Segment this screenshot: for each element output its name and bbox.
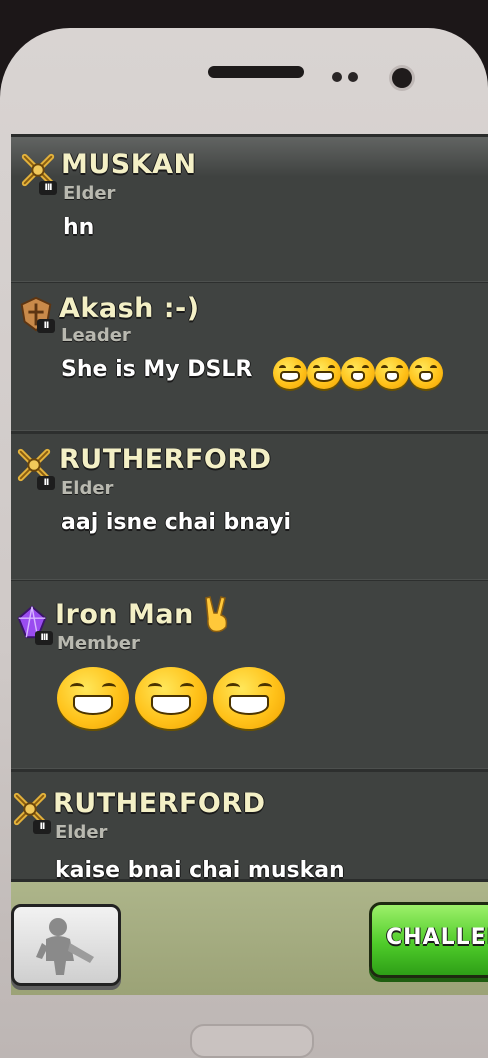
league-level-badge: III [39, 181, 57, 195]
chat-message: II RUTHERFORD Elder kaise bnai chai musk… [11, 770, 488, 879]
laughing-emoji-icon [213, 667, 285, 729]
message-text: aaj isne chai bnayi [61, 510, 291, 535]
league-level-badge: II [37, 319, 55, 333]
laughing-emoji-icon [135, 667, 207, 729]
player-name[interactable]: RUTHERFORD [59, 444, 272, 475]
laughing-emoji-icon [57, 667, 129, 729]
chat-message: III Iron Man Member [11, 581, 488, 772]
message-text: hn [63, 215, 95, 240]
player-name[interactable]: Iron Man [55, 599, 194, 630]
chat-bottom-bar: CHALLEN [11, 879, 488, 995]
player-role: Elder [55, 822, 108, 843]
chat-message: II Akash :-) Leader She is My DSLR [11, 283, 488, 434]
request-troops-button[interactable] [11, 904, 121, 986]
player-role: Member [57, 633, 140, 654]
player-name[interactable]: Akash :-) [59, 293, 200, 324]
squinting-emoji-icon [341, 357, 375, 389]
challenge-label: CHALLEN [386, 925, 488, 950]
message-text: She is My DSLR [61, 357, 253, 382]
league-level-badge: III [35, 631, 53, 645]
emoji-row [273, 357, 443, 389]
phone-sensor [332, 72, 342, 82]
phone-speaker [208, 66, 304, 78]
laughing-emoji-icon [273, 357, 307, 389]
player-role: Elder [63, 183, 116, 204]
player-name[interactable]: RUTHERFORD [53, 788, 266, 819]
phone-home-button [190, 1024, 314, 1058]
player-role: Leader [61, 325, 131, 346]
game-screen: III MUSKAN Elder hn II Akash :-) Leader … [11, 134, 488, 995]
message-text: kaise bnai chai muskan [55, 858, 345, 879]
emoji-row [57, 667, 285, 729]
squinting-emoji-icon [409, 357, 443, 389]
laughing-emoji-icon [307, 357, 341, 389]
victory-hand-emoji-icon [205, 596, 228, 633]
player-role: Elder [61, 478, 114, 499]
challenge-button[interactable]: CHALLEN [369, 902, 488, 978]
league-level-badge: II [37, 476, 55, 490]
clan-chat-list[interactable]: III MUSKAN Elder hn II Akash :-) Leader … [11, 137, 488, 879]
squinting-emoji-icon [375, 357, 409, 389]
chat-message: III MUSKAN Elder hn [11, 137, 488, 285]
front-camera-icon [392, 68, 412, 88]
barbarian-silhouette-icon [36, 918, 94, 975]
player-name[interactable]: MUSKAN [61, 149, 197, 180]
league-level-badge: II [33, 820, 51, 834]
chat-message: II RUTHERFORD Elder aaj isne chai bnayi [11, 432, 488, 583]
phone-sensor [348, 72, 358, 82]
